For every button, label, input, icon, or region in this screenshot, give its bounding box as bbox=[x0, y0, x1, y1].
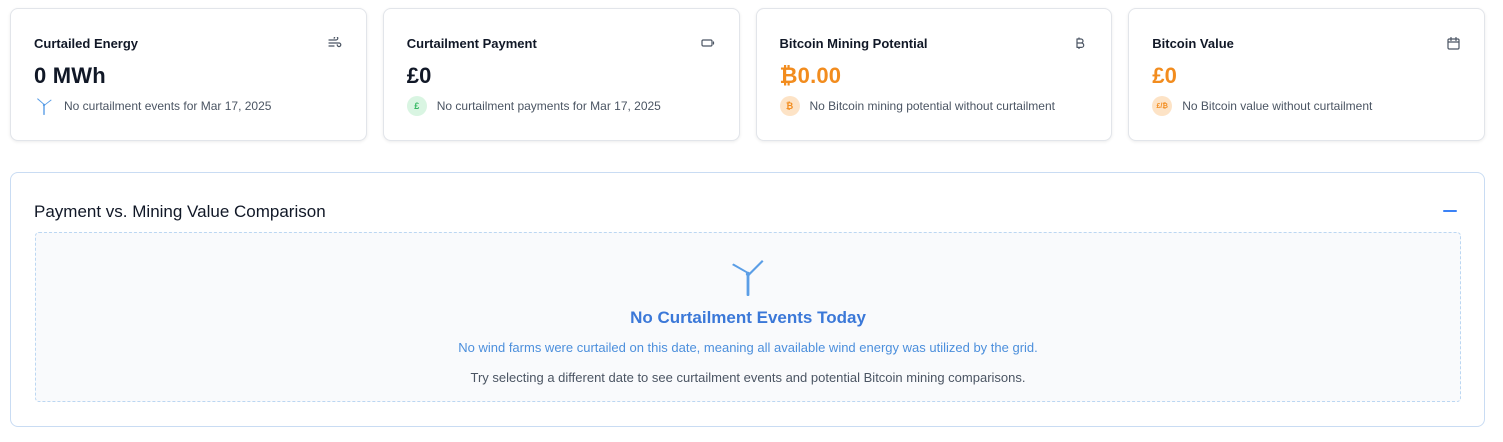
card-subtext-row: £ No curtailment payments for Mar 17, 20… bbox=[406, 96, 661, 116]
currency-exchange-icon: £/₿ bbox=[1152, 96, 1173, 116]
card-value: £0 bbox=[1152, 63, 1178, 88]
bitcoin-icon bbox=[1073, 36, 1087, 50]
summary-cards: Curtailed Energy 0 MWh No curtailment ev… bbox=[10, 8, 1485, 141]
card-subtext: No curtailment events for Mar 17, 2025 bbox=[64, 99, 272, 113]
card-subtext: No Bitcoin value without curtailment bbox=[1182, 99, 1373, 113]
panel-title: Payment vs. Mining Value Comparison bbox=[34, 202, 326, 221]
card-value: ₿0.00 bbox=[779, 63, 842, 88]
card-value: £0 bbox=[406, 63, 432, 88]
empty-state-message: No wind farms were curtailed on this dat… bbox=[458, 340, 1038, 355]
card-title: Curtailment Payment bbox=[406, 36, 537, 51]
card-bitcoin-value: Bitcoin Value £0 £/₿ No Bitcoin value wi… bbox=[1128, 8, 1485, 141]
collapse-button[interactable] bbox=[1442, 203, 1458, 219]
wind-icon bbox=[328, 36, 342, 50]
card-subtext-row: No curtailment events for Mar 17, 2025 bbox=[34, 96, 271, 116]
comparison-panel: Payment vs. Mining Value Comparison No C… bbox=[10, 172, 1485, 427]
card-curtailment-payment: Curtailment Payment £0 £ No curtailment … bbox=[382, 8, 740, 141]
calendar-icon bbox=[1446, 36, 1460, 50]
card-title: Curtailed Energy bbox=[34, 36, 139, 51]
wind-turbine-icon bbox=[34, 96, 54, 116]
empty-state-title: No Curtailment Events Today bbox=[630, 308, 866, 327]
card-subtext-row: ₿ No Bitcoin mining potential without cu… bbox=[779, 96, 1055, 116]
pound-icon: £ bbox=[406, 96, 427, 116]
card-bitcoin-mining-potential: Bitcoin Mining Potential ₿0.00 ₿ No Bitc… bbox=[755, 8, 1113, 141]
battery-icon bbox=[700, 36, 715, 50]
card-value: 0 MWh bbox=[34, 63, 106, 88]
minus-icon bbox=[1443, 210, 1457, 212]
card-title: Bitcoin Mining Potential bbox=[779, 36, 928, 51]
card-subtext: No Bitcoin mining potential without curt… bbox=[809, 99, 1055, 113]
empty-state-hint: Try selecting a different date to see cu… bbox=[470, 370, 1026, 385]
card-title: Bitcoin Value bbox=[1152, 36, 1234, 51]
card-subtext-row: £/₿ No Bitcoin value without curtailment bbox=[1152, 96, 1372, 116]
wind-turbine-icon bbox=[728, 257, 768, 297]
card-subtext: No curtailment payments for Mar 17, 2025 bbox=[436, 99, 661, 113]
empty-state: No Curtailment Events Today No wind farm… bbox=[35, 232, 1461, 402]
card-curtailed-energy: Curtailed Energy 0 MWh No curtailment ev… bbox=[10, 8, 367, 141]
bitcoin-icon: ₿ bbox=[779, 96, 800, 116]
